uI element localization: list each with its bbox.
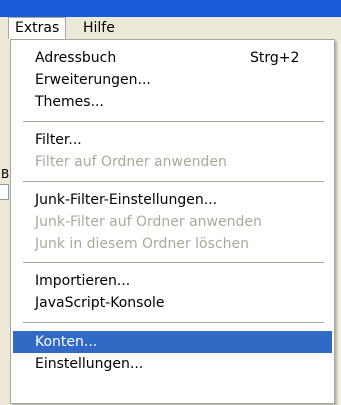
menu-item-label: Einstellungen... [35,356,144,372]
menu-item-label: Adressbuch [35,50,117,66]
menu-separator [23,322,324,323]
background-window [0,39,10,405]
menu-item-filter[interactable]: Filter... [13,129,332,151]
menu-item-erweiterungen[interactable]: Erweiterungen... [13,69,332,91]
menu-item-shortcut: Strg+2 [250,50,300,66]
menu-hilfe[interactable]: Hilfe [77,17,121,39]
menu-item-label: Konten... [35,334,98,350]
menubar: Extras Hilfe [0,17,341,39]
menu-item-importieren[interactable]: Importieren... [13,270,332,292]
menu-item-label: Erweiterungen... [35,72,151,88]
menu-item-junk-filter-einstellungen[interactable]: Junk-Filter-Einstellungen... [13,189,332,211]
menu-item-label: Junk-Filter auf Ordner anwenden [35,214,262,230]
menu-separator [23,181,324,182]
menu-item-label: Filter... [35,132,82,148]
menu-item-label: Themes... [35,94,104,110]
menu-item-label: Importieren... [35,273,131,289]
menu-item-filter-auf-ordner: Filter auf Ordner anwenden [13,151,332,173]
menu-item-adressbuch[interactable]: Adressbuch Strg+2 [13,47,332,69]
menu-extras[interactable]: Extras [8,17,67,39]
menu-separator [23,262,324,263]
window-title-bar [0,0,341,18]
menu-item-junk-filter-anwenden: Junk-Filter auf Ordner anwenden [13,211,332,233]
menu-item-label: Junk-Filter-Einstellungen... [35,192,218,208]
menu-separator [23,121,324,122]
menu-item-einstellungen[interactable]: Einstellungen... [13,353,332,375]
menu-item-junk-loeschen: Junk in diesem Ordner löschen [13,233,332,255]
menu-item-konten[interactable]: Konten... [13,331,332,353]
extras-dropdown-menu: Adressbuch Strg+2 Erweiterungen... Theme… [10,39,335,404]
menu-item-label: Filter auf Ordner anwenden [35,154,227,170]
background-text-fragment: B [1,167,10,181]
menu-item-label: Junk in diesem Ordner löschen [35,236,249,252]
menu-item-themes[interactable]: Themes... [13,91,332,113]
menu-item-label: JavaScript-Konsole [35,295,165,311]
menu-item-javascript-konsole[interactable]: JavaScript-Konsole [13,292,332,314]
background-field-fragment [0,184,9,200]
